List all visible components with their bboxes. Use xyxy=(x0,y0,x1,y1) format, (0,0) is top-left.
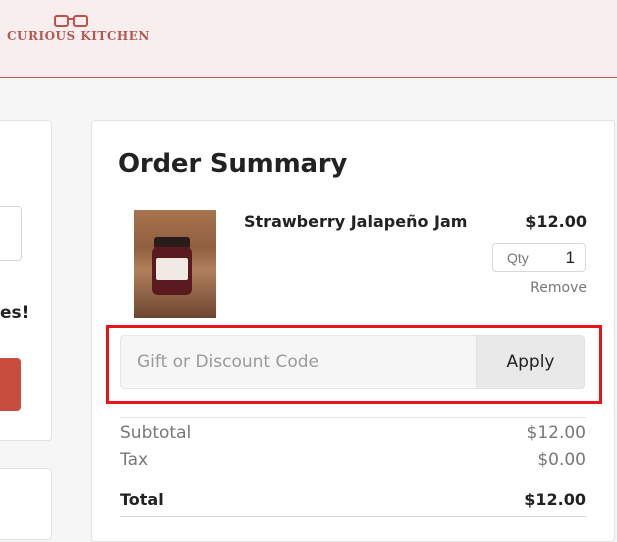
jar-label-shape xyxy=(156,258,188,280)
site-header: CURIOUS KITCHEN xyxy=(0,0,617,78)
subtotal-value: $12.00 xyxy=(526,423,586,443)
secondary-panel-partial xyxy=(0,468,52,540)
product-price: $12.00 xyxy=(525,212,587,231)
quantity-label: Qty xyxy=(507,250,529,266)
product-thumbnail xyxy=(134,210,216,318)
form-input-partial[interactable] xyxy=(0,206,22,261)
total-underline xyxy=(120,516,586,517)
total-label: Total xyxy=(120,490,164,509)
order-summary-title: Order Summary xyxy=(118,149,348,179)
tax-value: $0.00 xyxy=(537,450,586,470)
tax-label: Tax xyxy=(120,450,149,470)
product-name: Strawberry Jalapeño Jam xyxy=(244,212,468,231)
glasses-icon xyxy=(54,15,88,27)
brand-logo[interactable]: CURIOUS KITCHEN xyxy=(7,12,150,46)
form-message-partial: es! xyxy=(0,303,30,323)
total-value: $12.00 xyxy=(524,490,586,509)
apply-discount-button[interactable]: Apply xyxy=(476,335,585,389)
order-summary-card: Order Summary Strawberry Jalapeño Jam $1… xyxy=(91,120,615,542)
summary-divider xyxy=(120,417,586,418)
continue-button-partial[interactable] xyxy=(0,358,21,411)
subtotal-label: Subtotal xyxy=(120,423,192,443)
brand-name: CURIOUS KITCHEN xyxy=(7,29,150,43)
discount-code-input[interactable] xyxy=(120,335,476,389)
quantity-field[interactable]: Qty 1 xyxy=(492,243,586,272)
quantity-value[interactable]: 1 xyxy=(566,248,575,268)
remove-item-link[interactable]: Remove xyxy=(530,280,587,296)
